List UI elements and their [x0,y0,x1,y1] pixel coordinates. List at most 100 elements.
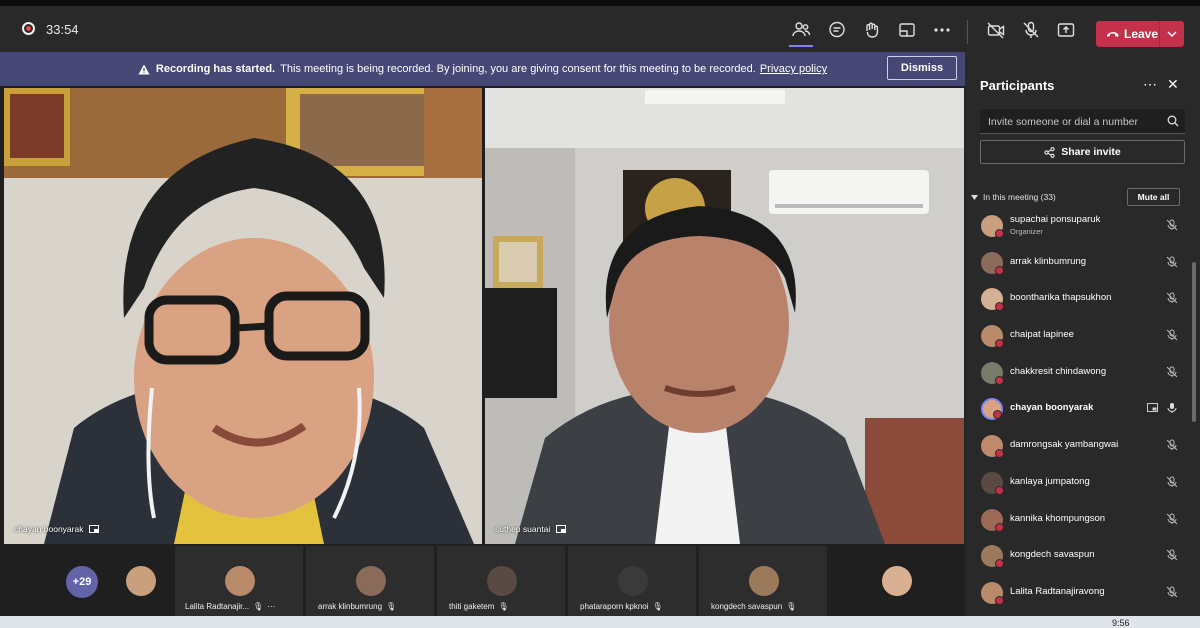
participant-thumbnail[interactable]: thiti gaketem 🎙 [437,546,565,616]
tile-name-label: suthep suantai [495,524,567,534]
participants-icon[interactable] [789,18,813,42]
participant-thumbnail[interactable]: Lalita Radtanajir... 🎙 ⋯ [175,546,303,616]
in-meeting-section-header[interactable]: In this meeting (33) [971,192,1056,202]
avatar [981,581,1004,605]
avatar [981,545,1004,569]
reactions-icon[interactable] [860,18,884,42]
participant-video [4,88,482,544]
participant-row[interactable]: chakkresit chindawong [965,357,1200,394]
mute-all-button[interactable]: Mute all [1127,188,1180,206]
participant-name: supachai ponsuparuk [1010,214,1101,225]
participant-row[interactable]: kanlaya jumpatong [965,467,1200,504]
share-icon[interactable] [1054,18,1078,42]
call-timer: 33:54 [46,22,79,37]
teams-meeting-window: 33:54 Leave Recording has started. This … [0,0,1200,628]
avatar [356,566,386,596]
video-tile-secondary[interactable]: suthep suantai [485,88,964,544]
thumbnail-name-row: Lalita Radtanajir... 🎙 ⋯ [185,602,275,611]
participant-name: damrongsak yambangwai [1010,439,1119,451]
tile-participant-name: suthep suantai [495,524,551,534]
participant-name: chayan boonyarak [1010,402,1094,414]
privacy-policy-link[interactable]: Privacy policy [760,63,827,75]
more-icon[interactable] [930,18,954,42]
thumbnail-name-row: arrak klinbumrung 🎙 [318,602,396,611]
leave-label: Leave [1124,27,1159,41]
avatar [749,566,779,596]
banner-message: This meeting is being recorded. By joini… [280,63,756,75]
screen-share-icon [1147,403,1158,413]
thumbnail-name: phataraporn kpknoi [580,602,649,611]
mic-off-icon [1166,586,1178,598]
participant-row[interactable]: supachai ponsuparuk Organizer [965,210,1200,247]
tile-name-label: chayan boonyarak [14,524,100,534]
participant-video [485,88,964,544]
mic-off-icon [1166,513,1178,524]
thumbnail-name: kongdech savaspun [711,602,783,611]
rooms-icon[interactable] [895,18,919,42]
mic-off-icon [1166,256,1178,268]
participant-name: kongdech savaspun [1010,549,1095,561]
taskbar-clock: 9:56 [1112,618,1130,628]
more-icon[interactable]: ⋯ [267,602,275,611]
participant-thumbnail[interactable] [830,546,965,616]
share-link-icon [1044,146,1055,158]
mic-off-icon [1166,439,1178,451]
recording-banner: Recording has started. This meeting is b… [0,52,965,86]
panel-scrollbar[interactable] [1192,262,1196,422]
participant-thumbnail[interactable]: phataraporn kpknoi 🎙 [568,546,696,616]
participant-row[interactable]: damrongsak yambangwai [965,430,1200,467]
participant-row[interactable]: kannika khompungson [965,504,1200,541]
leave-options-chevron-icon[interactable] [1160,31,1184,37]
avatar [981,508,1004,532]
avatar [618,566,648,596]
participant-thumbnail[interactable] [112,546,172,616]
mic-off-icon: 🎙 [386,602,397,611]
mic-off-icon[interactable] [1019,18,1043,42]
thumbnail-name: arrak klinbumrung [318,602,383,611]
thumbnail-name-row: kongdech savaspun 🎙 [711,602,796,611]
mic-off-icon [1166,329,1178,341]
mic-off-icon [1166,549,1178,561]
banner-title: Recording has started. [155,63,276,75]
mic-off-icon [1166,366,1178,378]
participant-row[interactable]: chaipat lapinee [965,320,1200,357]
screen-share-icon [556,525,567,533]
close-icon[interactable]: ✕ [1167,76,1179,93]
video-tile-main[interactable]: chayan boonyarak [4,88,482,544]
participant-list: supachai ponsuparuk Organizer arrak klin… [965,210,1200,614]
warning-icon [138,64,150,74]
tile-participant-name: chayan boonyarak [14,524,84,534]
participant-name: kannika khompungson [1010,512,1106,524]
mic-off-icon [1166,219,1178,231]
mic-off-icon: 🎙 [498,602,509,611]
participant-name: kanlaya jumpatong [1010,475,1090,487]
participant-row[interactable]: arrak klinbumrung [965,247,1200,284]
participants-panel: Participants ⋯ ✕ Share invite In this me… [965,52,1200,616]
os-taskbar [0,616,1200,628]
avatar [981,435,1004,459]
avatar [126,566,156,596]
avatar [882,566,912,596]
leave-button[interactable]: Leave [1096,21,1184,47]
share-invite-label: Share invite [1061,146,1121,158]
chat-icon[interactable] [825,18,849,42]
participant-thumbnail[interactable]: kongdech savaspun 🎙 [699,546,827,616]
more-options-icon[interactable]: ⋯ [1143,76,1157,93]
avatar [981,471,1004,495]
participant-row[interactable]: boontharika thapsukhon [965,283,1200,320]
participant-row[interactable]: chayan boonyarak [965,393,1200,430]
participant-row[interactable]: Lalita Radtanajiravong [965,577,1200,614]
participant-name: arrak klinbumrung [1010,255,1087,267]
mic-off-icon [1166,476,1178,488]
invite-input[interactable] [980,109,1160,134]
participant-row[interactable]: kongdech savaspun [965,540,1200,577]
share-invite-button[interactable]: Share invite [980,140,1185,164]
thumbnail-name-row: phataraporn kpknoi 🎙 [580,602,663,611]
avatar [981,288,1004,312]
dismiss-button[interactable]: Dismiss [887,56,957,80]
participant-name: Lalita Radtanajiravong [1010,585,1105,597]
search-icon[interactable] [1167,115,1179,127]
more-participants-button[interactable]: +29 [66,566,98,598]
camera-off-icon[interactable] [984,18,1008,42]
participant-thumbnail[interactable]: arrak klinbumrung 🎙 [306,546,434,616]
